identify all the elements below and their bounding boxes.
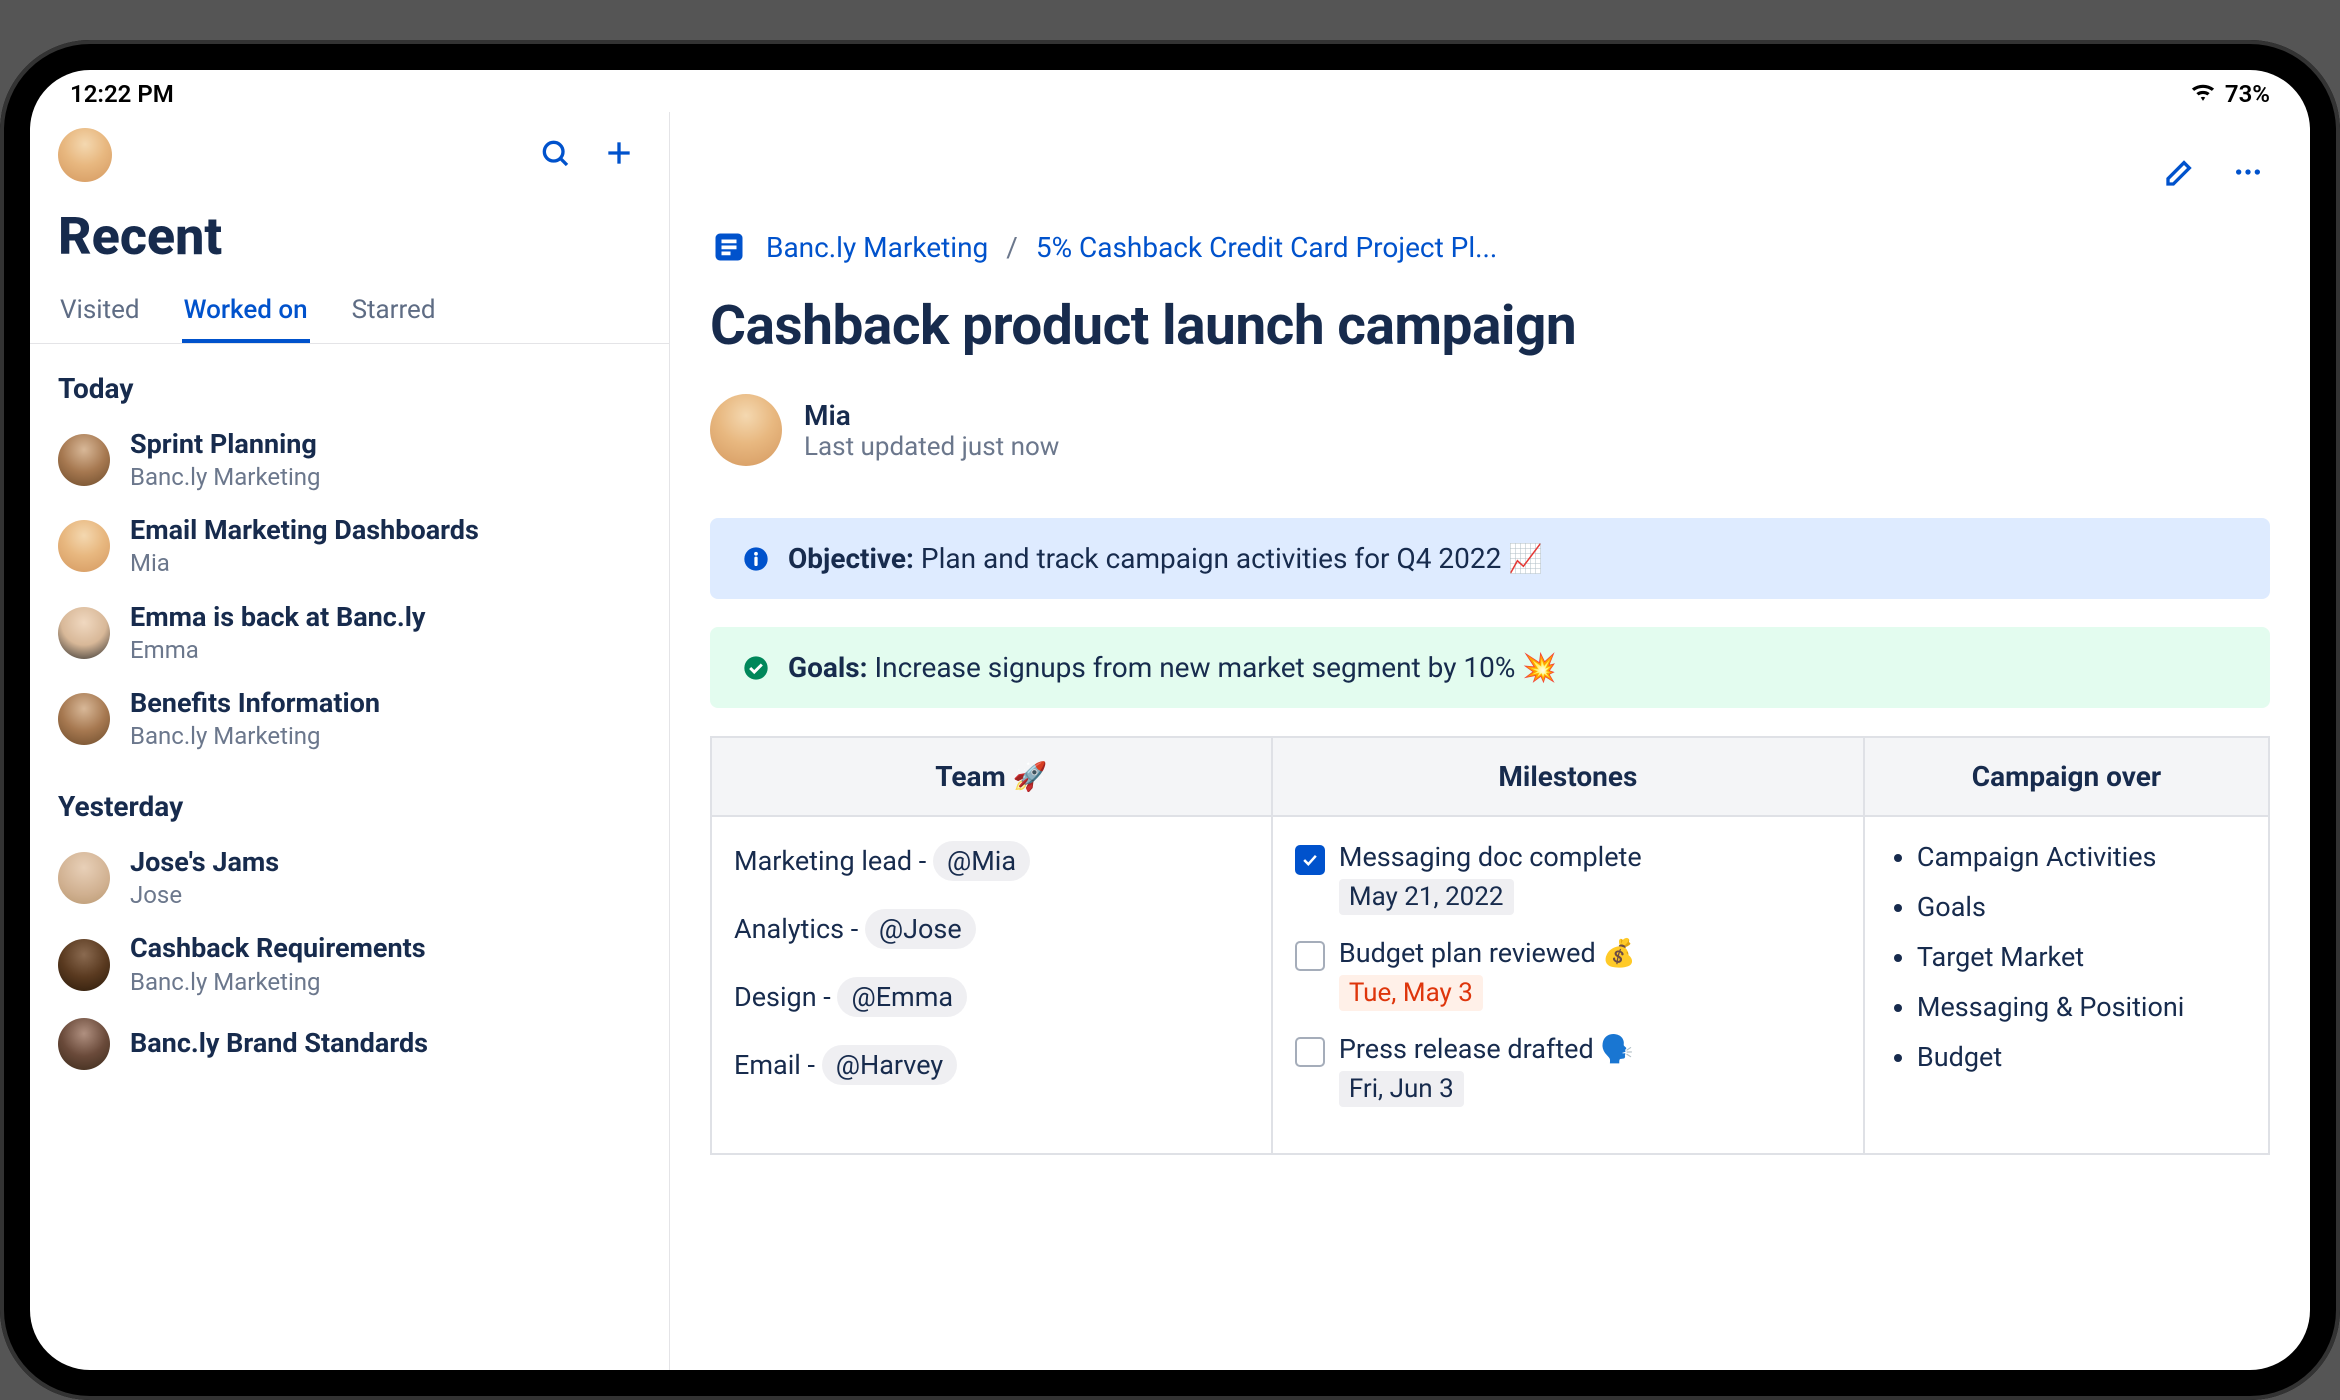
role-label: Analytics - xyxy=(734,913,865,945)
item-sub: Banc.ly Marketing xyxy=(130,462,321,493)
item-title: Sprint Planning xyxy=(130,427,321,462)
search-button[interactable] xyxy=(533,133,577,177)
recent-tabs: Visited Worked on Starred xyxy=(30,287,669,344)
role-label: Design - xyxy=(734,981,837,1013)
overview-item[interactable]: Budget xyxy=(1917,1041,2246,1073)
sidebar-title: Recent xyxy=(30,190,669,287)
author-avatar[interactable] xyxy=(710,394,782,466)
edit-button[interactable] xyxy=(2158,152,2202,196)
list-item[interactable]: Emma is back at Banc.ly Emma xyxy=(30,590,669,676)
role-label: Marketing lead - xyxy=(734,845,933,877)
team-cell: Marketing lead - @Mia Analytics - @Jose … xyxy=(711,816,1272,1154)
mention[interactable]: @Jose xyxy=(865,909,976,949)
avatar xyxy=(58,520,110,572)
tab-worked-on[interactable]: Worked on xyxy=(182,287,310,343)
checkbox[interactable] xyxy=(1295,941,1325,971)
item-title: Banc.ly Brand Standards xyxy=(130,1026,428,1061)
check-circle-icon xyxy=(742,654,770,682)
list-item[interactable]: Sprint Planning Banc.ly Marketing xyxy=(30,417,669,503)
overview-item[interactable]: Target Market xyxy=(1917,941,2246,973)
list-item[interactable]: Benefits Information Banc.ly Marketing xyxy=(30,676,669,762)
space-icon xyxy=(710,228,748,266)
profile-avatar[interactable] xyxy=(58,128,112,182)
milestone-date[interactable]: Tue, May 3 xyxy=(1339,975,1483,1011)
objective-label: Objective: xyxy=(788,542,914,575)
th-overview: Campaign over xyxy=(1864,737,2269,816)
milestone-date[interactable]: May 21, 2022 xyxy=(1339,879,1514,915)
checkbox[interactable] xyxy=(1295,845,1325,875)
goals-label: Goals: xyxy=(788,651,868,684)
avatar xyxy=(58,852,110,904)
breadcrumb: Banc.ly Marketing / 5% Cashback Credit C… xyxy=(710,228,2270,266)
overview-item[interactable]: Goals xyxy=(1917,891,2246,923)
role-label: Email - xyxy=(734,1049,822,1081)
list-item[interactable]: Cashback Requirements Banc.ly Marketing xyxy=(30,921,669,1007)
tab-starred[interactable]: Starred xyxy=(350,287,438,343)
status-time: 12:22 PM xyxy=(70,80,174,108)
pencil-icon xyxy=(2164,156,2196,192)
goals-panel: Goals: Increase signups from new market … xyxy=(710,627,2270,708)
objective-text: Plan and track campaign activities for Q… xyxy=(914,542,1543,575)
milestone-label: Messaging doc complete xyxy=(1339,841,1642,873)
section-today-label: Today xyxy=(30,344,669,417)
item-title: Benefits Information xyxy=(130,686,380,721)
tab-visited[interactable]: Visited xyxy=(58,287,142,343)
item-sub: Emma xyxy=(130,635,425,666)
status-battery: 73% xyxy=(2225,80,2270,108)
info-icon xyxy=(742,545,770,573)
main-content: Banc.ly Marketing / 5% Cashback Credit C… xyxy=(670,112,2310,1370)
list-item[interactable]: Jose's Jams Jose xyxy=(30,835,669,921)
checkbox[interactable] xyxy=(1295,1037,1325,1067)
th-team: Team 🚀 xyxy=(711,737,1272,816)
milestone-label: Press release drafted 🗣️ xyxy=(1339,1033,1634,1065)
author-block: Mia Last updated just now xyxy=(710,394,2270,518)
milestones-cell: Messaging doc complete May 21, 2022 Budg… xyxy=(1272,816,1864,1154)
sidebar: Recent Visited Worked on Starred Today S… xyxy=(30,112,670,1370)
item-sub: Banc.ly Marketing xyxy=(130,721,380,752)
milestone-date[interactable]: Fri, Jun 3 xyxy=(1339,1071,1464,1107)
status-bar: 12:22 PM 73% xyxy=(30,70,2310,112)
milestone-label: Budget plan reviewed 💰 xyxy=(1339,937,1636,969)
overview-cell: Campaign Activities Goals Target Market … xyxy=(1864,816,2269,1154)
item-sub: Banc.ly Marketing xyxy=(130,967,426,998)
page-title: Cashback product launch campaign xyxy=(710,266,2270,394)
item-title: Email Marketing Dashboards xyxy=(130,513,479,548)
author-name: Mia xyxy=(804,399,1059,432)
breadcrumb-parent[interactable]: 5% Cashback Credit Card Project Pl... xyxy=(1036,231,1497,264)
th-milestones: Milestones xyxy=(1272,737,1864,816)
item-title: Cashback Requirements xyxy=(130,931,426,966)
mention[interactable]: @Mia xyxy=(933,841,1030,881)
content-table: Team 🚀 Milestones Campaign over Marketin… xyxy=(710,736,2270,1155)
item-title: Emma is back at Banc.ly xyxy=(130,600,425,635)
overview-item[interactable]: Messaging & Positioni xyxy=(1917,991,2246,1023)
search-icon xyxy=(539,137,571,173)
overview-item[interactable]: Campaign Activities xyxy=(1917,841,2246,873)
mention[interactable]: @Harvey xyxy=(822,1045,957,1085)
section-yesterday-label: Yesterday xyxy=(30,762,669,835)
more-button[interactable] xyxy=(2226,152,2270,196)
avatar xyxy=(58,693,110,745)
avatar xyxy=(58,434,110,486)
updated-meta: Last updated just now xyxy=(804,432,1059,462)
list-item[interactable]: Email Marketing Dashboards Mia xyxy=(30,503,669,589)
item-title: Jose's Jams xyxy=(130,845,279,880)
avatar xyxy=(58,1018,110,1070)
mention[interactable]: @Emma xyxy=(837,977,967,1017)
wifi-icon xyxy=(2189,80,2217,108)
list-item[interactable]: Banc.ly Brand Standards xyxy=(30,1008,669,1080)
more-horizontal-icon xyxy=(2232,156,2264,192)
item-sub: Mia xyxy=(130,548,479,579)
breadcrumb-separator: / xyxy=(1006,231,1018,264)
breadcrumb-space[interactable]: Banc.ly Marketing xyxy=(766,231,988,264)
objective-panel: Objective: Plan and track campaign activ… xyxy=(710,518,2270,599)
item-sub: Jose xyxy=(130,880,279,911)
goals-text: Increase signups from new market segment… xyxy=(868,651,1558,684)
avatar xyxy=(58,939,110,991)
plus-icon xyxy=(603,137,635,173)
create-button[interactable] xyxy=(597,133,641,177)
avatar xyxy=(58,607,110,659)
